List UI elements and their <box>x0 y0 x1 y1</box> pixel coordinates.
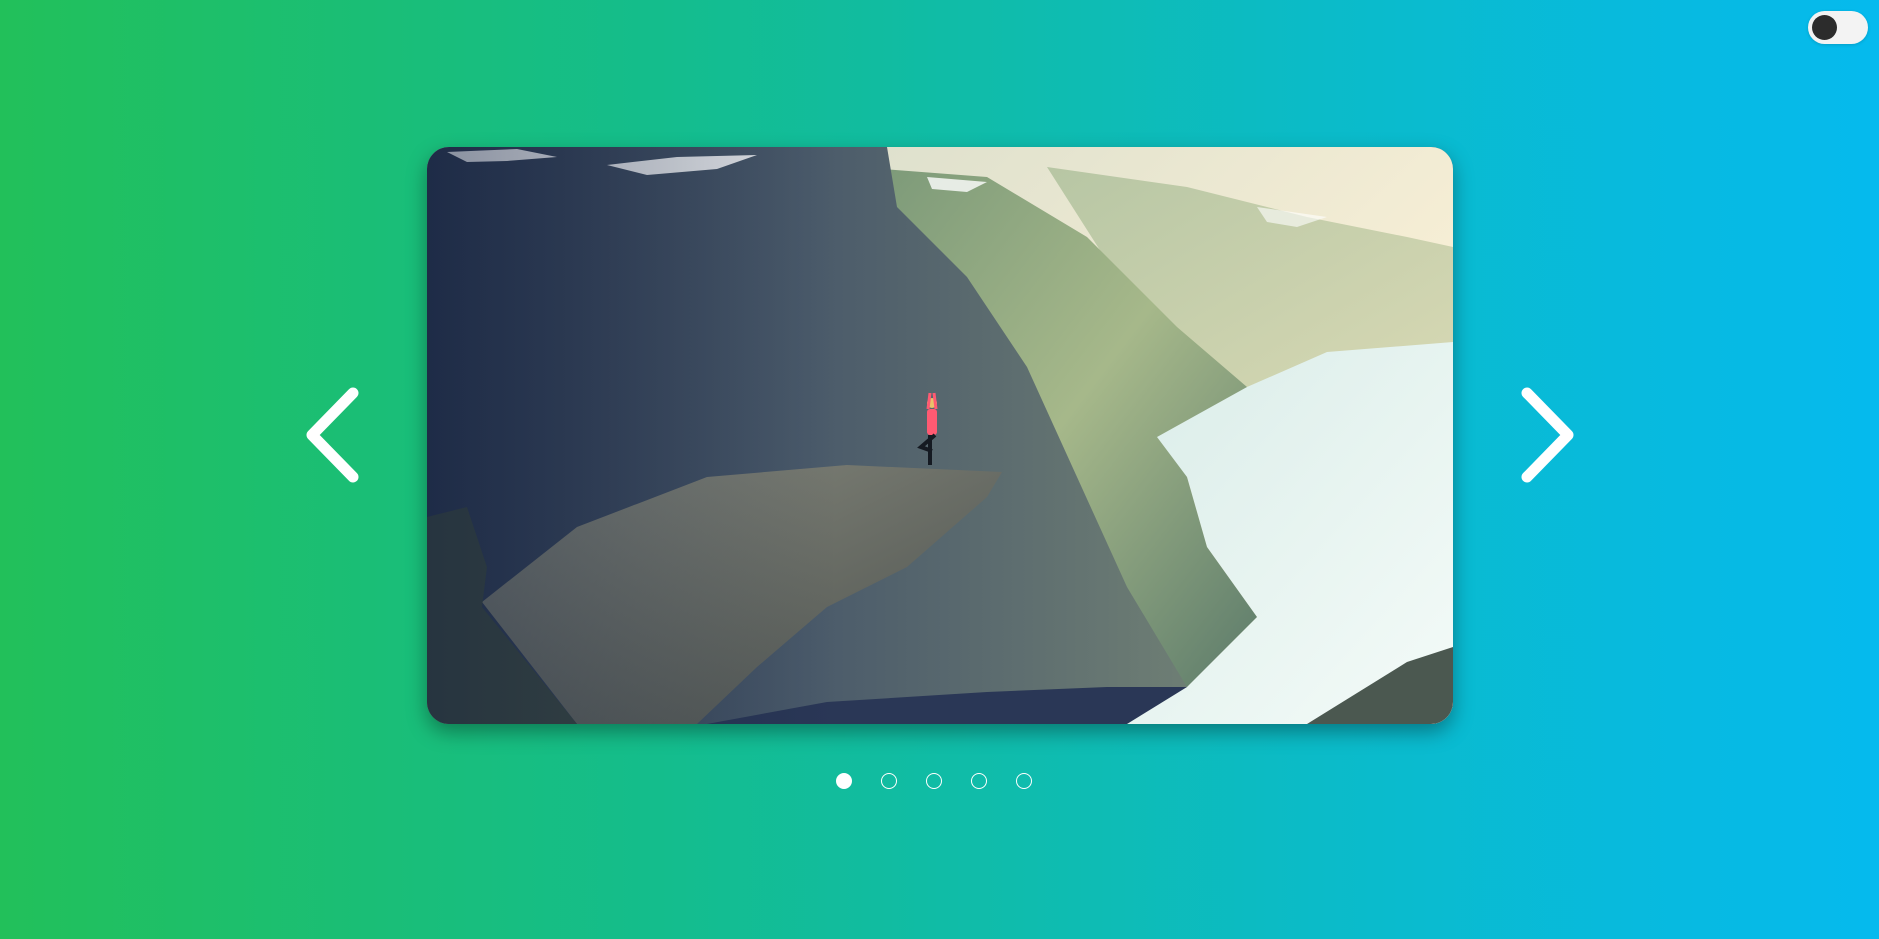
pagination-dot-2[interactable] <box>881 773 897 789</box>
pagination-dot-1[interactable] <box>836 773 852 789</box>
toggle-knob <box>1812 15 1837 40</box>
slide-image <box>427 147 1453 724</box>
prev-slide-button[interactable] <box>300 385 370 485</box>
chevron-left-icon <box>306 387 359 483</box>
cliff-fjord-photo <box>427 147 1453 724</box>
chevron-right-icon <box>1521 387 1574 483</box>
theme-toggle[interactable] <box>1808 11 1868 44</box>
slide-pagination <box>836 773 1032 789</box>
pagination-dot-5[interactable] <box>1016 773 1032 789</box>
next-slide-button[interactable] <box>1510 385 1580 485</box>
pagination-dot-4[interactable] <box>971 773 987 789</box>
pagination-dot-3[interactable] <box>926 773 942 789</box>
